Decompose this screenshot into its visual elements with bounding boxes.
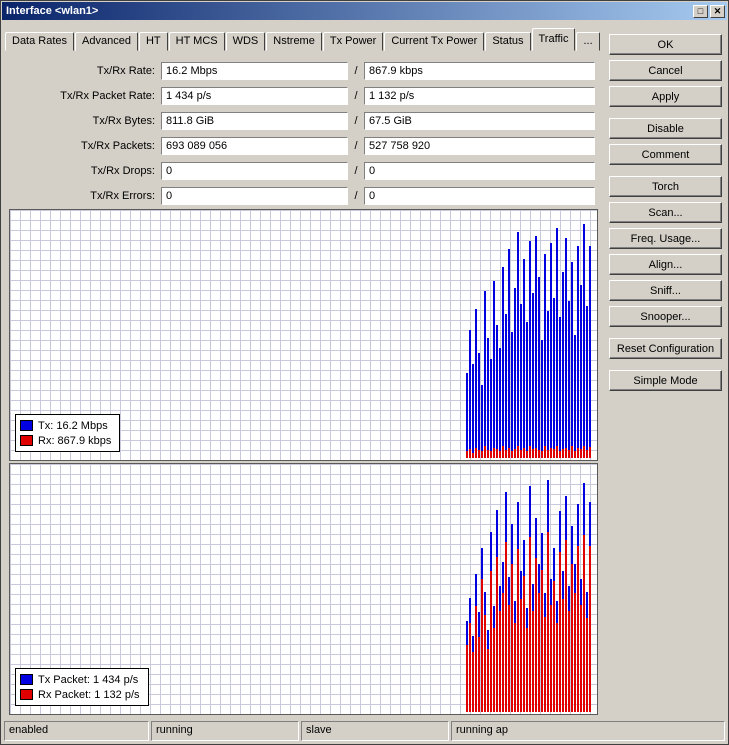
traffic-fields: Tx/Rx Rate: / Tx/Rx Packet Rate: / Tx/Rx… [5, 58, 601, 208]
row-bytes: Tx/Rx Bytes: / [5, 108, 601, 133]
torch-button[interactable]: Torch [609, 176, 722, 197]
status-bar: enabled running slave running ap [4, 721, 725, 741]
legend-row-tx-packet: Tx Packet: 1 434 p/s [20, 672, 140, 687]
rx-legend-label: Rx: 867.9 kbps [38, 434, 112, 447]
tab-wds[interactable]: WDS [225, 32, 266, 51]
row-drops: Tx/Rx Drops: / [5, 158, 601, 183]
tx-rate-field[interactable] [161, 61, 348, 80]
rx-bytes-field[interactable] [364, 111, 595, 130]
tx-drops-field[interactable] [161, 161, 348, 180]
tx-legend-label: Tx: 16.2 Mbps [38, 419, 108, 432]
bytes-separator: / [354, 114, 358, 127]
packets-separator: / [354, 139, 358, 152]
disable-button[interactable]: Disable [609, 118, 722, 139]
action-buttons: OK Cancel Apply Disable Comment Torch Sc… [609, 34, 722, 396]
tab-ht[interactable]: HT [138, 32, 168, 51]
row-packet-rate: Tx/Rx Packet Rate: / [5, 83, 601, 108]
traffic-chart-legend: Tx: 16.2 Mbps Rx: 867.9 kbps [15, 414, 121, 452]
sniff-button[interactable]: Sniff... [609, 280, 722, 301]
tx-bytes-field[interactable] [161, 111, 348, 130]
legend-row-rx-packet: Rx Packet: 1 132 p/s [20, 687, 140, 702]
tab-more[interactable]: ... [576, 32, 600, 51]
rx-rate-field[interactable] [364, 61, 595, 80]
tab-tx-power[interactable]: Tx Power [322, 32, 384, 51]
legend-row-rx: Rx: 867.9 kbps [20, 433, 111, 448]
tx-packet-rate-field[interactable] [161, 86, 348, 105]
bytes-label: Tx/Rx Bytes: [92, 114, 155, 127]
tx-packet-legend-swatch [20, 674, 33, 685]
align-button[interactable]: Align... [609, 254, 722, 275]
packet-rate-chart: Tx Packet: 1 434 p/s Rx Packet: 1 132 p/… [9, 463, 598, 715]
row-rate: Tx/Rx Rate: / [5, 58, 601, 83]
drops-separator: / [354, 164, 358, 177]
rate-separator: / [354, 64, 358, 77]
packet-rate-label: Tx/Rx Packet Rate: [60, 89, 155, 102]
window-title: Interface <wlan1> [6, 5, 99, 17]
legend-row-tx: Tx: 16.2 Mbps [20, 418, 111, 433]
packet-chart-legend: Tx Packet: 1 434 p/s Rx Packet: 1 132 p/… [15, 668, 149, 706]
status-slave: slave [301, 721, 449, 741]
tab-ht-mcs[interactable]: HT MCS [168, 32, 225, 51]
tab-nstreme[interactable]: Nstreme [266, 32, 322, 51]
status-enabled: enabled [4, 721, 149, 741]
drops-label: Tx/Rx Drops: [90, 164, 155, 177]
traffic-rate-chart: Tx: 16.2 Mbps Rx: 867.9 kbps [9, 209, 598, 461]
comment-button[interactable]: Comment [609, 144, 722, 165]
titlebar[interactable]: Interface <wlan1> □ ✕ [2, 2, 727, 20]
rx-packets-field[interactable] [364, 136, 595, 155]
rx-drops-field[interactable] [364, 161, 595, 180]
row-packets: Tx/Rx Packets: / [5, 133, 601, 158]
cancel-button[interactable]: Cancel [609, 60, 722, 81]
tab-current-tx-power[interactable]: Current Tx Power [384, 32, 485, 51]
errors-label: Tx/Rx Errors: [90, 189, 155, 202]
errors-separator: / [354, 189, 358, 202]
rx-legend-swatch [20, 435, 33, 446]
rx-packet-legend-label: Rx Packet: 1 132 p/s [38, 688, 140, 701]
row-errors: Tx/Rx Errors: / [5, 183, 601, 208]
ok-button[interactable]: OK [609, 34, 722, 55]
freq-usage-button[interactable]: Freq. Usage... [609, 228, 722, 249]
tx-packets-field[interactable] [161, 136, 348, 155]
tx-packet-legend-label: Tx Packet: 1 434 p/s [38, 673, 139, 686]
packets-label: Tx/Rx Packets: [81, 139, 155, 152]
simple-mode-button[interactable]: Simple Mode [609, 370, 722, 391]
interface-dialog: Interface <wlan1> □ ✕ Data Rates Advance… [0, 0, 729, 745]
apply-button[interactable]: Apply [609, 86, 722, 107]
scan-button[interactable]: Scan... [609, 202, 722, 223]
close-button[interactable]: ✕ [710, 4, 725, 18]
rate-label: Tx/Rx Rate: [96, 64, 155, 77]
tx-legend-swatch [20, 420, 33, 431]
status-running: running [151, 721, 299, 741]
rx-errors-field[interactable] [364, 186, 595, 205]
tab-strip: Data Rates Advanced HT HT MCS WDS Nstrem… [5, 28, 601, 51]
tab-status[interactable]: Status [485, 32, 531, 51]
tab-advanced[interactable]: Advanced [75, 32, 138, 51]
snooper-button[interactable]: Snooper... [609, 306, 722, 327]
tab-data-rates[interactable]: Data Rates [5, 32, 75, 51]
status-running-ap: running ap [451, 721, 725, 741]
maximize-button[interactable]: □ [693, 4, 708, 18]
packet-rate-separator: / [354, 89, 358, 102]
window-controls: □ ✕ [693, 4, 727, 18]
tx-errors-field[interactable] [161, 186, 348, 205]
rx-packet-legend-swatch [20, 689, 33, 700]
reset-configuration-button[interactable]: Reset Configuration [609, 338, 722, 359]
rx-packet-rate-field[interactable] [364, 86, 595, 105]
tab-traffic[interactable]: Traffic [531, 28, 576, 51]
